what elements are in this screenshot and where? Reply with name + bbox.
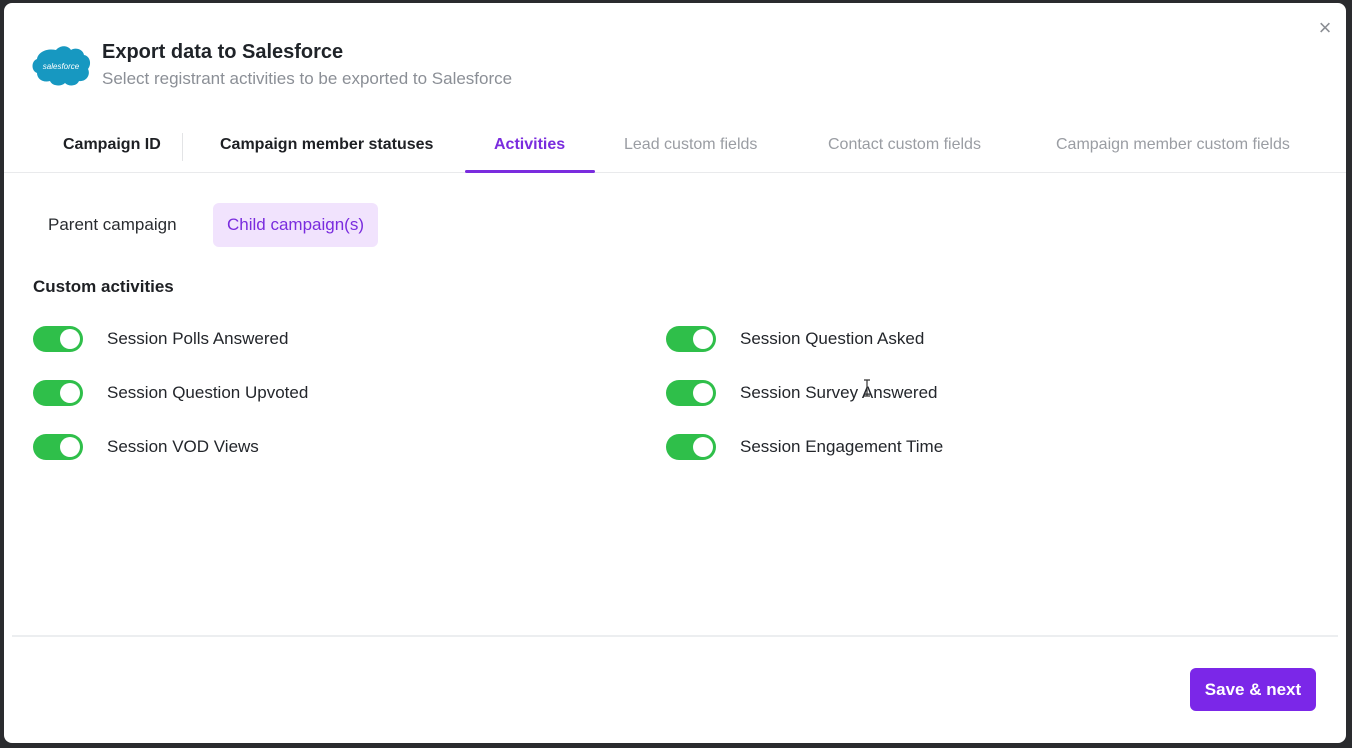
activity-label: Session Engagement Time: [740, 437, 944, 456]
subtab-parent-campaign[interactable]: Parent campaign: [34, 203, 191, 247]
toggle-switch[interactable]: [33, 380, 83, 406]
toggle-knob: [693, 437, 713, 457]
subtab-child-campaigns[interactable]: Child campaign(s): [213, 203, 378, 247]
salesforce-logo: salesforce: [32, 46, 91, 86]
tab-campaign-member-custom-fields[interactable]: Campaign member custom fields: [1056, 119, 1290, 171]
step-tabs: Campaign ID Campaign member statuses Act…: [4, 119, 1346, 173]
toggle-switch[interactable]: [666, 434, 716, 460]
toggle-switch[interactable]: [666, 380, 716, 406]
tab-campaign-id[interactable]: Campaign ID: [63, 119, 161, 171]
toggle-switch[interactable]: [666, 326, 716, 352]
tabs-divider: [4, 172, 1346, 173]
activity-row: Session Survey Answered: [666, 379, 938, 407]
tab-lead-custom-fields[interactable]: Lead custom fields: [624, 119, 757, 171]
export-modal: × salesforce Export data to Salesforce S…: [4, 3, 1346, 743]
footer-divider: [12, 635, 1338, 637]
close-icon[interactable]: ×: [1314, 17, 1336, 39]
active-tab-indicator: [465, 170, 595, 173]
toggle-knob: [60, 437, 80, 457]
toggle-knob: [693, 329, 713, 349]
toggle-knob: [693, 383, 713, 403]
activity-row: Session Engagement Time: [666, 433, 943, 461]
activity-row: Session Polls Answered: [33, 325, 288, 353]
activity-label: Session Polls Answered: [107, 329, 289, 348]
modal-subtitle: Select registrant activities to be expor…: [102, 69, 513, 88]
toggle-switch[interactable]: [33, 326, 83, 352]
activity-label: Session VOD Views: [107, 437, 259, 456]
tab-campaign-member-statuses[interactable]: Campaign member statuses: [220, 119, 433, 171]
activity-label: Session Question Asked: [740, 329, 925, 348]
toggle-knob: [60, 383, 80, 403]
activity-row: Session Question Asked: [666, 325, 924, 353]
tab-divider: [182, 133, 183, 161]
toggle-knob: [60, 329, 80, 349]
activity-row: Session VOD Views: [33, 433, 259, 461]
save-next-button[interactable]: Save & next: [1190, 668, 1316, 711]
section-title: Custom activities: [33, 277, 174, 296]
tab-contact-custom-fields[interactable]: Contact custom fields: [828, 119, 981, 171]
svg-text:salesforce: salesforce: [43, 62, 80, 71]
text-cursor-icon: [864, 379, 870, 397]
activity-label: Session Survey Answered: [740, 383, 938, 402]
tab-activities[interactable]: Activities: [494, 119, 565, 171]
toggle-switch[interactable]: [33, 434, 83, 460]
modal-title: Export data to Salesforce: [102, 41, 344, 63]
activity-row: Session Question Upvoted: [33, 379, 308, 407]
activity-label: Session Question Upvoted: [107, 383, 309, 402]
